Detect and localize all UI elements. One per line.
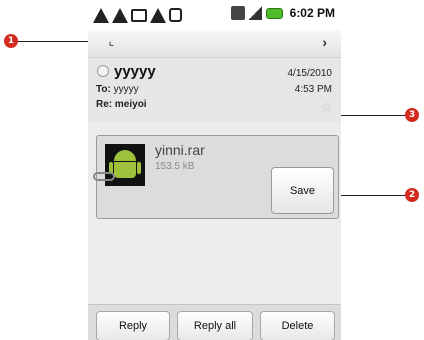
android-body <box>114 162 136 178</box>
attachment-panel: yinni.rar 153.5 kB Save <box>93 135 339 219</box>
usb-icon <box>169 8 182 22</box>
reply-button[interactable]: Reply <box>96 311 170 340</box>
to-line: To: yyyyy <box>96 84 139 95</box>
message-time: 4:53 PM <box>294 84 332 95</box>
chevron-right-icon[interactable]: › <box>322 34 327 50</box>
subject-label: Re: <box>96 99 113 110</box>
callout-2: 2 <box>405 188 419 202</box>
keyboard-icon <box>131 8 147 22</box>
star-icon[interactable]: ☆ <box>320 99 333 116</box>
chevron-left-icon[interactable]: ‹ <box>104 36 117 50</box>
action-bar: Reply Reply all Delete <box>88 304 341 340</box>
message-nav-bar: ‹ › <box>88 30 341 58</box>
reply-all-button[interactable]: Reply all <box>177 311 253 340</box>
android-arm-right <box>137 162 141 174</box>
warning-icon <box>93 7 109 23</box>
presence-indicator <box>97 65 109 77</box>
message-date: 4/15/2010 <box>287 68 333 79</box>
phone-screen: 6:02 PM ‹ › yyyyy To: yyyyy Re: meiyoi 4… <box>88 0 341 340</box>
to-value: yyyyy <box>113 84 139 95</box>
warning-icon <box>150 7 166 23</box>
callout-3-line <box>333 115 405 116</box>
attachment-name: yinni.rar <box>155 142 205 158</box>
delete-button[interactable]: Delete <box>260 311 335 340</box>
attachment-size: 153.5 kB <box>155 161 195 172</box>
save-button[interactable]: Save <box>271 167 334 214</box>
status-bar: 6:02 PM <box>88 0 341 30</box>
paperclip-icon <box>93 172 115 181</box>
to-label: To: <box>96 84 111 95</box>
signal-icon <box>248 6 262 20</box>
subject-value: meiyoi <box>114 99 147 110</box>
callout-1: 1 <box>4 34 18 48</box>
message-header: yyyyy To: yyyyy Re: meiyoi 4/15/2010 4:5… <box>88 58 341 122</box>
hsdpa-icon <box>230 6 245 20</box>
android-icon <box>114 150 136 161</box>
callout-3: 3 <box>405 108 419 122</box>
warning-icon <box>112 7 128 23</box>
subject-line: Re: meiyoi <box>96 99 147 110</box>
sender-name: yyyyy <box>114 63 156 80</box>
status-time: 6:02 PM <box>289 6 335 20</box>
battery-icon <box>265 7 283 19</box>
